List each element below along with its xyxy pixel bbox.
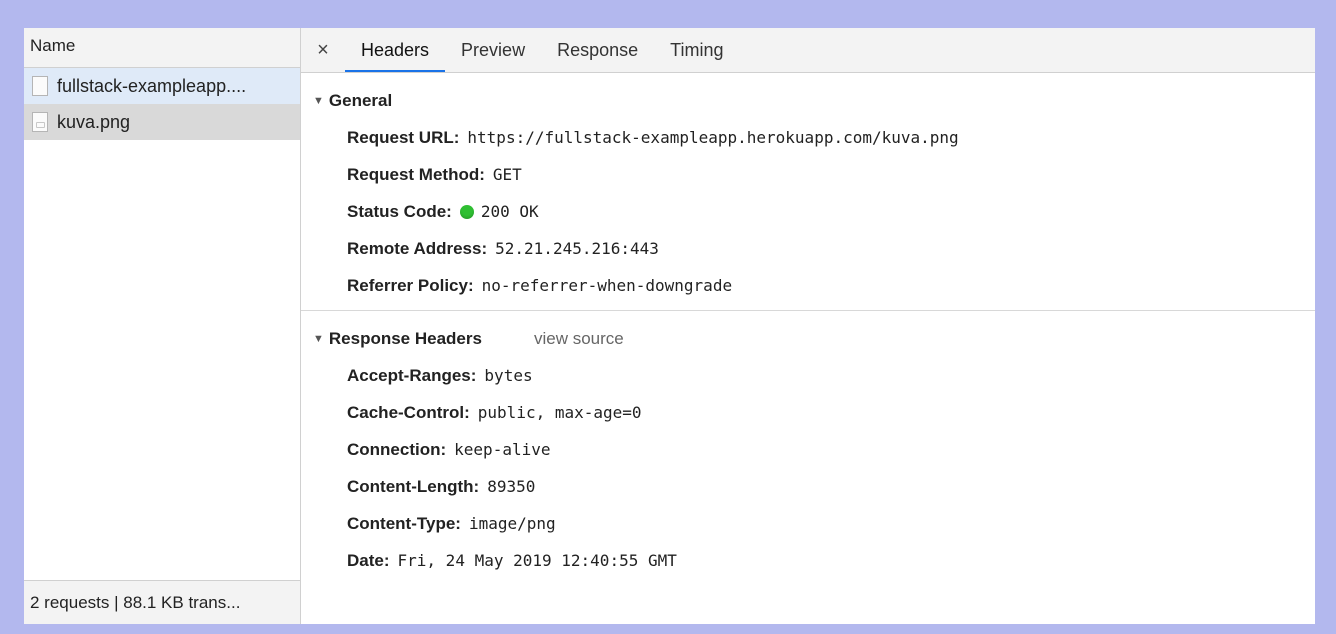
status-ok-icon [459, 204, 474, 219]
tab-headers[interactable]: Headers [345, 28, 446, 72]
header-key: Referrer Policy: [347, 275, 474, 295]
header-key: Request Method: [347, 164, 485, 184]
close-icon[interactable]: × [301, 28, 345, 72]
header-value: Fri, 24 May 2019 12:40:55 GMT [397, 551, 677, 570]
header-row: Referrer Policy: no-referrer-when-downgr… [301, 267, 1315, 304]
devtools-network-panel: Name fullstack-exampleapp.... kuva.png 2… [24, 28, 1315, 624]
response-headers-section-toggle[interactable]: ▼ Response Headers view source [301, 321, 1315, 357]
header-row: Request Method: GET [301, 156, 1315, 193]
section-title: Response Headers [328, 329, 482, 348]
header-value: 89350 [487, 477, 536, 496]
header-row: Cache-Control: public, max-age=0 [301, 394, 1315, 431]
header-value: 200 OK [480, 202, 539, 221]
triangle-down-icon: ▼ [313, 333, 324, 345]
header-row: Content-Type: image/png [301, 505, 1315, 542]
header-row: Connection: keep-alive [301, 431, 1315, 468]
request-item[interactable]: fullstack-exampleapp.... [24, 68, 300, 104]
section-divider [301, 310, 1315, 311]
header-row: Date: Fri, 24 May 2019 12:40:55 GMT [301, 542, 1315, 579]
header-row: Remote Address: 52.21.245.216:443 [301, 230, 1315, 267]
image-file-icon [32, 112, 48, 132]
request-name: kuva.png [57, 111, 131, 132]
tab-response[interactable]: Response [541, 28, 654, 72]
request-item-selected[interactable]: kuva.png [24, 104, 300, 140]
view-source-link[interactable]: view source [534, 329, 624, 349]
request-details-panel: × Headers Preview Response Timing ▼ Gene… [301, 28, 1315, 624]
header-value: keep-alive [454, 440, 551, 459]
header-row: Accept-Ranges: bytes [301, 357, 1315, 394]
header-value: image/png [468, 514, 556, 533]
header-value: 52.21.245.216:443 [495, 239, 659, 258]
header-key: Accept-Ranges: [347, 365, 477, 385]
tab-preview[interactable]: Preview [445, 28, 541, 72]
request-name: fullstack-exampleapp.... [57, 75, 247, 96]
header-value: no-referrer-when-downgrade [481, 276, 733, 295]
header-key: Status Code: [347, 201, 452, 221]
general-section-toggle[interactable]: ▼ General [301, 83, 1315, 119]
header-key: Connection: [347, 439, 447, 459]
header-row: Status Code: 200 OK [301, 193, 1315, 230]
summary-status-bar: 2 requests | 88.1 KB trans... [24, 580, 300, 624]
header-value: https://fullstack-exampleapp.herokuapp.c… [467, 128, 959, 147]
name-column-header[interactable]: Name [24, 28, 300, 68]
document-icon [32, 76, 48, 96]
header-key: Date: [347, 550, 390, 570]
header-key: Request URL: [347, 127, 460, 147]
request-list-panel: Name fullstack-exampleapp.... kuva.png 2… [24, 28, 301, 624]
header-key: Content-Type: [347, 513, 461, 533]
header-key: Remote Address: [347, 238, 488, 258]
section-title: General [328, 91, 393, 110]
header-row: Content-Length: 89350 [301, 468, 1315, 505]
header-value: GET [492, 165, 522, 184]
header-key: Content-Length: [347, 476, 480, 496]
header-value: public, max-age=0 [477, 403, 642, 422]
triangle-down-icon: ▼ [313, 95, 324, 107]
header-value: bytes [484, 366, 533, 385]
tab-timing[interactable]: Timing [654, 28, 739, 72]
header-key: Cache-Control: [347, 402, 470, 422]
details-tab-bar: × Headers Preview Response Timing [301, 28, 1315, 73]
header-row: Request URL: https://fullstack-exampleap… [301, 119, 1315, 156]
